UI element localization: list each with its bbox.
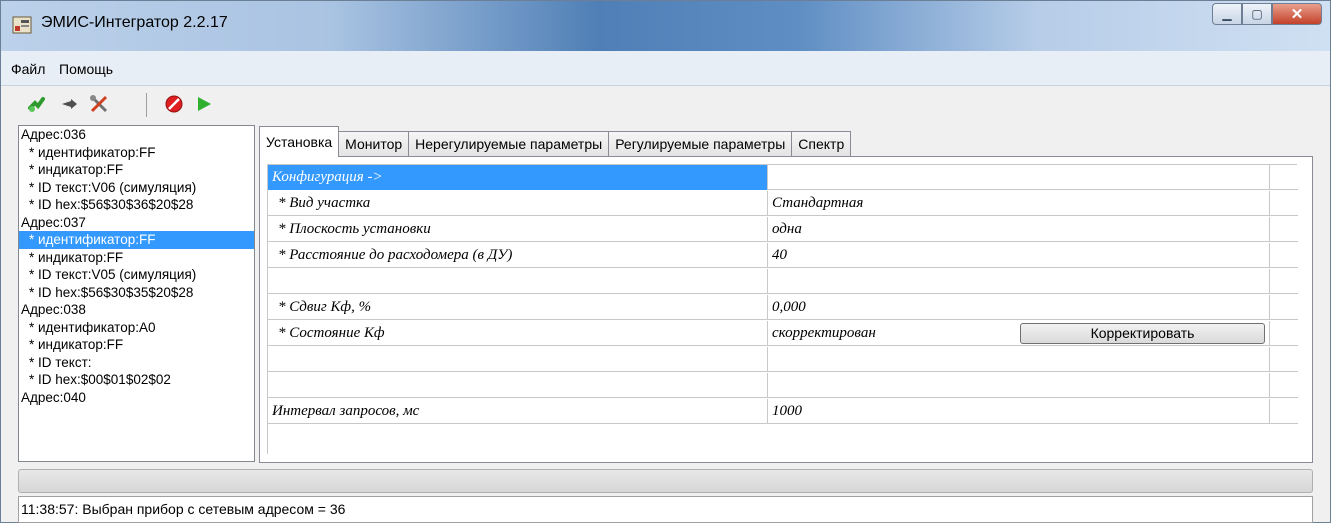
setup-grid: Конфигурация -> * Вид участка Стандартная *… bbox=[267, 164, 1298, 454]
param-value[interactable]: 1000 bbox=[768, 399, 1270, 424]
tree-node-property[interactable]: * идентификатор:FF bbox=[19, 231, 254, 249]
maximize-button[interactable]: ▢ bbox=[1242, 3, 1272, 25]
grid-row[interactable] bbox=[268, 347, 1298, 372]
window-title: ЭМИС-Интегратор 2.2.17 bbox=[41, 14, 228, 31]
param-name bbox=[268, 373, 768, 398]
param-value[interactable]: 0,000 bbox=[768, 295, 1270, 320]
menu-help[interactable]: Помощь bbox=[59, 61, 113, 77]
menu-file[interactable]: Файл bbox=[11, 61, 45, 77]
tree-node-property[interactable]: * ID hex:$56$30$35$20$28 bbox=[19, 284, 254, 302]
arrow-icon[interactable] bbox=[59, 94, 79, 114]
tree-node-property[interactable]: * ID текст:V05 (симуляция) bbox=[19, 266, 254, 284]
grid-row[interactable]: * Сдвиг Кф, % 0,000 bbox=[268, 295, 1298, 320]
grid-row[interactable]: * Плоскость установки одна bbox=[268, 217, 1298, 242]
param-value[interactable]: одна bbox=[768, 217, 1270, 242]
tree-node-address[interactable]: Адрес:038 bbox=[19, 301, 254, 319]
param-name bbox=[268, 347, 768, 372]
app-icon bbox=[12, 16, 32, 34]
tree-node-property[interactable]: * ID текст: bbox=[19, 354, 254, 372]
tree-node-property[interactable]: * ID hex:$00$01$02$02 bbox=[19, 371, 254, 389]
progress-bar bbox=[18, 469, 1313, 493]
menu-bar: Файл Помощь bbox=[1, 51, 1330, 86]
tree-node-property[interactable]: * ID hex:$56$30$36$20$28 bbox=[19, 196, 254, 214]
grid-row[interactable]: * Вид участка Стандартная bbox=[268, 191, 1298, 216]
tree-node-address[interactable]: Адрес:036 bbox=[19, 126, 254, 144]
param-name: * Расстояние до расходомера (в ДУ) bbox=[268, 243, 768, 268]
minimize-button[interactable]: ▁ bbox=[1212, 3, 1242, 25]
param-name bbox=[268, 269, 768, 294]
window-controls: ▁ ▢ ✕ bbox=[1212, 3, 1322, 33]
section-header: Конфигурация -> bbox=[268, 165, 768, 190]
device-tree[interactable]: Адрес:036 * идентификатор:FF * индикатор:F… bbox=[18, 125, 255, 462]
tree-node-property[interactable]: * индикатор:FF bbox=[19, 161, 254, 179]
param-value[interactable] bbox=[768, 347, 1270, 372]
grid-row[interactable]: Конфигурация -> bbox=[268, 165, 1298, 190]
param-name: * Вид участка bbox=[268, 191, 768, 216]
tab-strip: Установка Монитор Нерегулируемые парамет… bbox=[259, 125, 852, 157]
tab-setup[interactable]: Установка bbox=[259, 126, 340, 157]
param-value[interactable] bbox=[768, 165, 1270, 190]
tools-icon[interactable] bbox=[89, 94, 109, 114]
connect-icon[interactable] bbox=[27, 94, 47, 114]
param-value[interactable]: 40 bbox=[768, 243, 1270, 268]
tab-monitor[interactable]: Монитор bbox=[338, 131, 410, 157]
tab-fixed-params[interactable]: Нерегулируемые параметры bbox=[408, 131, 610, 157]
tree-node-address[interactable]: Адрес:037 bbox=[19, 214, 254, 232]
param-value[interactable]: Стандартная bbox=[768, 191, 1270, 216]
tab-spectrum[interactable]: Спектр bbox=[791, 131, 852, 157]
grid-row[interactable]: Интервал запросов, мс 1000 bbox=[268, 399, 1298, 424]
tab-control: Установка Монитор Нерегулируемые парамет… bbox=[259, 125, 1313, 463]
tab-panel-setup: Конфигурация -> * Вид участка Стандартная *… bbox=[259, 156, 1313, 463]
param-value[interactable] bbox=[768, 373, 1270, 398]
param-value[interactable] bbox=[768, 269, 1270, 294]
tree-node-property[interactable]: * идентификатор:A0 bbox=[19, 319, 254, 337]
grid-row[interactable]: * Расстояние до расходомера (в ДУ) 40 bbox=[268, 243, 1298, 268]
correct-button[interactable]: Корректировать bbox=[1020, 323, 1265, 344]
toolbar bbox=[1, 87, 1330, 123]
tree-node-property[interactable]: * индикатор:FF bbox=[19, 336, 254, 354]
main-window: ЭМИС-Интегратор 2.2.17 ▁ ▢ ✕ Файл Помощь bbox=[0, 0, 1331, 523]
toolbar-separator bbox=[146, 93, 147, 117]
close-button[interactable]: ✕ bbox=[1272, 3, 1322, 25]
title-bar[interactable]: ЭМИС-Интегратор 2.2.17 ▁ ▢ ✕ bbox=[1, 1, 1330, 51]
grid-row[interactable]: * Состояние Кф скорректирован Корректирова… bbox=[268, 321, 1298, 346]
param-name: * Состояние Кф bbox=[268, 321, 768, 346]
tree-node-property[interactable]: * индикатор:FF bbox=[19, 249, 254, 267]
tree-node-address[interactable]: Адрес:040 bbox=[19, 389, 254, 407]
param-name: Интервал запросов, мс bbox=[268, 399, 768, 424]
grid-row[interactable] bbox=[268, 269, 1298, 294]
tab-adjustable-params[interactable]: Регулируемые параметры bbox=[608, 131, 793, 157]
param-name: * Сдвиг Кф, % bbox=[268, 295, 768, 320]
play-icon[interactable] bbox=[194, 94, 214, 114]
stop-icon[interactable] bbox=[164, 94, 184, 114]
tree-node-property[interactable]: * идентификатор:FF bbox=[19, 144, 254, 162]
status-bar: 11:38:57: Выбран прибор с сетевым адресо… bbox=[18, 496, 1313, 523]
tree-node-property[interactable]: * ID текст:V06 (симуляция) bbox=[19, 179, 254, 197]
grid-row[interactable] bbox=[268, 373, 1298, 398]
param-name: * Плоскость установки bbox=[268, 217, 768, 242]
